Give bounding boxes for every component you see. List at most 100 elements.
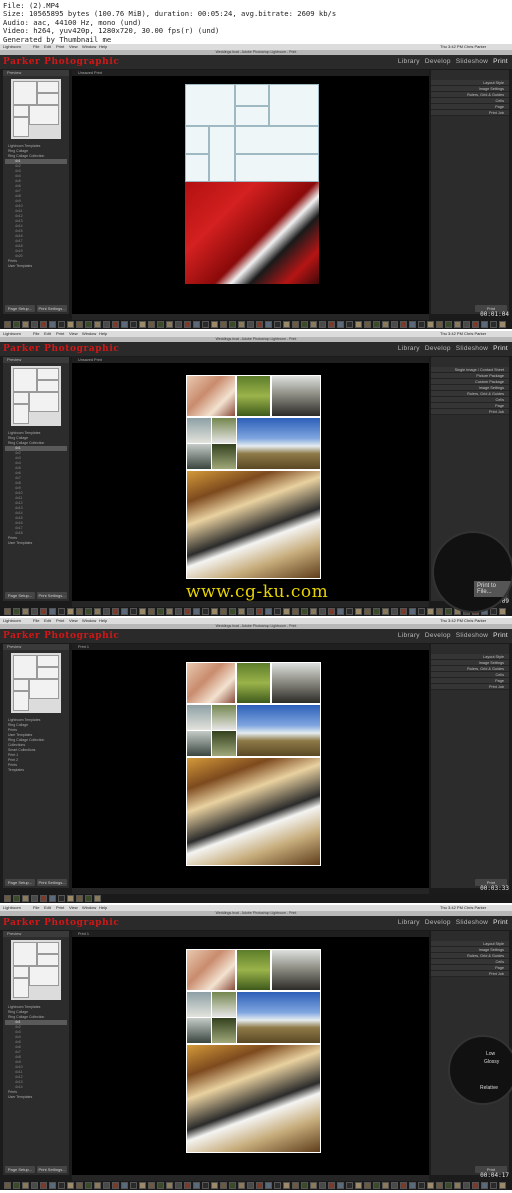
filmstrip-thumbnail[interactable] bbox=[193, 321, 200, 328]
print-settings-button[interactable]: Print Settings... bbox=[37, 1166, 67, 1173]
filmstrip-thumbnail[interactable] bbox=[301, 321, 308, 328]
filmstrip-thumbnail[interactable] bbox=[409, 321, 416, 328]
module-print[interactable]: Print bbox=[493, 58, 508, 65]
filmstrip-thumbnail[interactable] bbox=[463, 321, 470, 328]
empty-photo-cell[interactable] bbox=[235, 106, 269, 126]
filmstrip-thumbnail[interactable] bbox=[436, 1182, 443, 1189]
module-develop[interactable]: Develop bbox=[425, 58, 451, 65]
template-item[interactable]: User Templates bbox=[5, 541, 67, 546]
filmstrip-thumbnail[interactable] bbox=[103, 1182, 110, 1189]
filmstrip-thumbnail[interactable] bbox=[211, 1182, 218, 1189]
filmstrip-thumbnail[interactable] bbox=[85, 321, 92, 328]
filmstrip-thumbnail[interactable] bbox=[490, 608, 497, 615]
filmstrip-thumbnail[interactable] bbox=[22, 321, 29, 328]
filmstrip-thumbnail[interactable] bbox=[499, 1182, 506, 1189]
filmstrip-thumbnail[interactable] bbox=[265, 1182, 272, 1189]
empty-photo-cell[interactable] bbox=[185, 154, 209, 182]
module-slideshow[interactable]: Slideshow bbox=[456, 345, 488, 352]
page-setup-button[interactable]: Page Setup... bbox=[5, 592, 35, 599]
filmstrip-thumbnail[interactable] bbox=[247, 608, 254, 615]
filmstrip-thumbnail[interactable] bbox=[337, 608, 344, 615]
filmstrip-thumbnail[interactable] bbox=[121, 1182, 128, 1189]
preview-panel-header[interactable]: Preview bbox=[3, 931, 69, 937]
filmstrip-thumbnail[interactable] bbox=[319, 608, 326, 615]
empty-photo-cell[interactable] bbox=[185, 126, 209, 154]
filmstrip-thumbnail[interactable] bbox=[103, 321, 110, 328]
filmstrip-thumbnail[interactable] bbox=[112, 321, 119, 328]
module-library[interactable]: Library bbox=[398, 58, 420, 65]
filmstrip-thumbnail[interactable] bbox=[472, 1182, 479, 1189]
filmstrip-thumbnail[interactable] bbox=[103, 608, 110, 615]
filmstrip-thumbnail[interactable] bbox=[157, 608, 164, 615]
filmstrip-thumbnail[interactable] bbox=[85, 1182, 92, 1189]
filmstrip-thumbnail[interactable] bbox=[283, 608, 290, 615]
filmstrip-thumbnail[interactable] bbox=[148, 1182, 155, 1189]
filmstrip-thumbnail[interactable] bbox=[319, 321, 326, 328]
filmstrip-thumbnail[interactable] bbox=[31, 321, 38, 328]
filmstrip-thumbnail[interactable] bbox=[76, 1182, 83, 1189]
panel-section-5[interactable]: Print Job bbox=[431, 971, 509, 977]
filmstrip-thumbnail[interactable] bbox=[310, 1182, 317, 1189]
filmstrip-thumbnail[interactable] bbox=[58, 321, 65, 328]
preview-panel-header[interactable]: Preview bbox=[3, 357, 69, 363]
filmstrip-thumbnail[interactable] bbox=[310, 608, 317, 615]
filmstrip-thumbnail[interactable] bbox=[346, 608, 353, 615]
empty-photo-cell[interactable] bbox=[185, 84, 235, 126]
filmstrip-thumbnail[interactable] bbox=[274, 608, 281, 615]
filmstrip-thumbnail[interactable] bbox=[256, 1182, 263, 1189]
filmstrip-thumbnail[interactable] bbox=[13, 1182, 20, 1189]
filmstrip-thumbnail[interactable] bbox=[13, 608, 20, 615]
panel-section-5[interactable]: Print Job bbox=[431, 684, 509, 690]
filmstrip-thumbnail[interactable] bbox=[292, 608, 299, 615]
filmstrip-thumbnail[interactable] bbox=[391, 1182, 398, 1189]
filmstrip-thumbnail[interactable] bbox=[76, 895, 83, 902]
filmstrip-thumbnail[interactable] bbox=[4, 1182, 11, 1189]
filmstrip-thumbnail[interactable] bbox=[49, 895, 56, 902]
filmstrip-thumbnail[interactable] bbox=[355, 321, 362, 328]
filmstrip-thumbnail[interactable] bbox=[499, 608, 506, 615]
filmstrip-thumbnail[interactable] bbox=[166, 1182, 173, 1189]
filmstrip-thumbnail[interactable] bbox=[166, 608, 173, 615]
filmstrip-thumbnail[interactable] bbox=[202, 608, 209, 615]
rendering-intent-relative[interactable]: Relative bbox=[480, 1085, 498, 1091]
filmstrip-thumbnail[interactable] bbox=[454, 1182, 461, 1189]
filmstrip-thumbnail[interactable] bbox=[445, 321, 452, 328]
media-type-glossy[interactable]: Glossy bbox=[484, 1059, 499, 1065]
filmstrip-thumbnail[interactable] bbox=[301, 608, 308, 615]
filmstrip-thumbnail[interactable] bbox=[112, 1182, 119, 1189]
filmstrip-thumbnail[interactable] bbox=[499, 321, 506, 328]
filmstrip-thumbnail[interactable] bbox=[256, 321, 263, 328]
filmstrip-thumbnail[interactable] bbox=[22, 895, 29, 902]
page-setup-button[interactable]: Page Setup... bbox=[5, 1166, 35, 1173]
filmstrip-thumbnail[interactable] bbox=[418, 608, 425, 615]
module-library[interactable]: Library bbox=[398, 919, 420, 926]
filmstrip-thumbnail[interactable] bbox=[274, 1182, 281, 1189]
empty-photo-cell[interactable] bbox=[235, 84, 269, 106]
filmstrip-thumbnail[interactable] bbox=[265, 608, 272, 615]
filmstrip-thumbnail[interactable] bbox=[31, 895, 38, 902]
filmstrip-thumbnail[interactable] bbox=[337, 321, 344, 328]
template-item[interactable]: User Templates bbox=[5, 264, 67, 269]
template-item[interactable]: User Templates bbox=[5, 1095, 67, 1100]
filmstrip-thumbnail[interactable] bbox=[184, 321, 191, 328]
filmstrip-thumbnail[interactable] bbox=[220, 321, 227, 328]
page-setup-button[interactable]: Page Setup... bbox=[5, 879, 35, 886]
filmstrip-thumbnail[interactable] bbox=[130, 321, 137, 328]
panel-section-5[interactable]: Print Job bbox=[431, 110, 509, 116]
filmstrip-thumbnail[interactable] bbox=[193, 1182, 200, 1189]
module-develop[interactable]: Develop bbox=[425, 345, 451, 352]
filmstrip-thumbnail[interactable] bbox=[202, 1182, 209, 1189]
filmstrip-thumbnail[interactable] bbox=[283, 321, 290, 328]
filmstrip-thumbnail[interactable] bbox=[67, 608, 74, 615]
filmstrip-thumbnail[interactable] bbox=[22, 1182, 29, 1189]
filmstrip-thumbnail[interactable] bbox=[409, 1182, 416, 1189]
filmstrip-thumbnail[interactable] bbox=[175, 321, 182, 328]
filmstrip-thumbnail[interactable] bbox=[67, 321, 74, 328]
filmstrip-thumbnail[interactable] bbox=[400, 1182, 407, 1189]
filmstrip-thumbnail[interactable] bbox=[238, 321, 245, 328]
filmstrip-thumbnail[interactable] bbox=[265, 321, 272, 328]
filmstrip-thumbnail[interactable] bbox=[22, 608, 29, 615]
module-library[interactable]: Library bbox=[398, 345, 420, 352]
filmstrip-thumbnail[interactable] bbox=[319, 1182, 326, 1189]
module-slideshow[interactable]: Slideshow bbox=[456, 58, 488, 65]
